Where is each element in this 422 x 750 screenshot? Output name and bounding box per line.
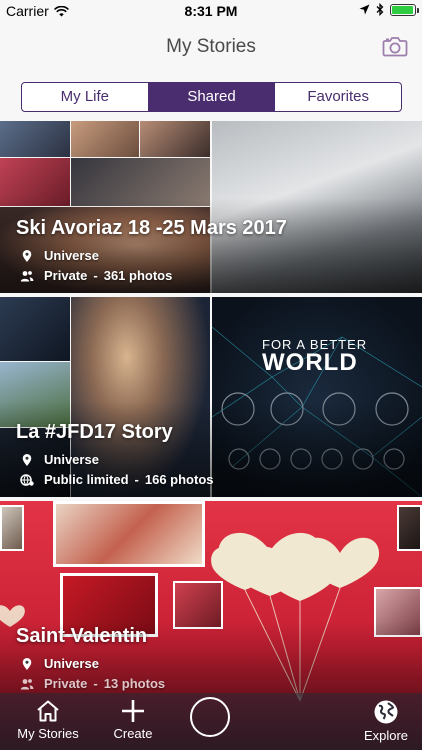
tab-create[interactable]: Create: [106, 699, 160, 741]
story-meta: Private - 361 photos: [16, 266, 287, 286]
people-icon: [20, 271, 34, 282]
cover-photo-scarf: [0, 505, 24, 551]
cover-photo-group: [0, 121, 70, 157]
meta-separator: -: [93, 268, 98, 283]
card-info: La #JFD17 Story Universe Public limited …: [16, 421, 213, 490]
story-meta: Public limited - 166 photos: [16, 470, 213, 490]
globe-people-icon: [20, 474, 34, 486]
bluetooth-icon: [376, 3, 384, 16]
meta-separator: -: [93, 676, 98, 691]
story-location-label: Universe: [44, 452, 99, 467]
globe-icon: [374, 700, 398, 724]
page-title: My Stories: [166, 36, 256, 57]
circle-button[interactable]: [190, 697, 230, 737]
story-location: Universe: [16, 450, 213, 470]
location-arrow-icon: [359, 4, 370, 15]
tab-my-stories-label: My Stories: [17, 726, 79, 741]
cover-photo-couple: [53, 501, 205, 567]
tab-explore[interactable]: Explore: [362, 699, 410, 743]
story-photo-count: 361 photos: [103, 268, 173, 283]
story-title: Saint Valentin: [16, 625, 148, 647]
cover-photo-man: [140, 121, 210, 157]
story-filter-tabs: My Life Shared Favorites: [21, 82, 402, 112]
tab-favorites[interactable]: Favorites: [275, 83, 401, 111]
card-info: Saint Valentin Universe Private - 13 pho…: [16, 625, 165, 694]
story-meta: Private - 13 photos: [16, 674, 165, 694]
story-location: Universe: [16, 654, 165, 674]
pin-icon: [22, 658, 32, 670]
camera-button[interactable]: [382, 34, 408, 58]
navigation-bar: My Stories: [0, 22, 422, 72]
home-icon: [37, 700, 59, 722]
status-right: [359, 3, 419, 16]
card-info: Ski Avoriaz 18 -25 Mars 2017 Universe Pr…: [16, 217, 287, 286]
story-location: Universe: [16, 246, 287, 266]
story-title: Ski Avoriaz 18 -25 Mars 2017: [16, 217, 287, 239]
story-privacy: Private: [44, 676, 88, 691]
camera-icon: [382, 37, 408, 57]
tab-create-label: Create: [113, 726, 153, 741]
story-privacy: Public limited: [44, 472, 129, 487]
tab-explore-label: Explore: [363, 728, 409, 743]
story-location-label: Universe: [44, 656, 99, 671]
tab-shared[interactable]: Shared: [148, 83, 276, 111]
people-icon: [20, 679, 34, 690]
battery-icon: [390, 3, 419, 16]
pin-icon: [22, 250, 32, 262]
battery-level: [392, 5, 413, 14]
story-card-ski-avoriaz[interactable]: Ski Avoriaz 18 -25 Mars 2017 Universe Pr…: [0, 121, 422, 293]
tab-my-stories[interactable]: My Stories: [14, 699, 82, 741]
story-card-jfd17[interactable]: FOR A BETTER WORLD La #JFD17 Story Unive…: [0, 297, 422, 497]
story-photo-count: 13 photos: [103, 676, 166, 691]
tab-bar: My Stories Create Explore: [0, 693, 422, 750]
story-list: Ski Avoriaz 18 -25 Mars 2017 Universe Pr…: [0, 121, 422, 750]
cover-photo-devices: [0, 297, 70, 361]
meta-separator: -: [134, 472, 139, 487]
cover-photo-kiss: [397, 505, 422, 551]
better-world-line2: WORLD: [262, 349, 358, 376]
plus-icon: [122, 700, 144, 722]
tab-my-life[interactable]: My Life: [22, 83, 149, 111]
status-bar: Carrier 8:31 PM: [0, 0, 422, 22]
story-photo-count: 166 photos: [144, 472, 214, 487]
cover-photo-faces: [71, 121, 139, 157]
story-privacy: Private: [44, 268, 88, 283]
story-location-label: Universe: [44, 248, 99, 263]
pin-icon: [22, 454, 32, 466]
story-title: La #JFD17 Story: [16, 421, 173, 443]
